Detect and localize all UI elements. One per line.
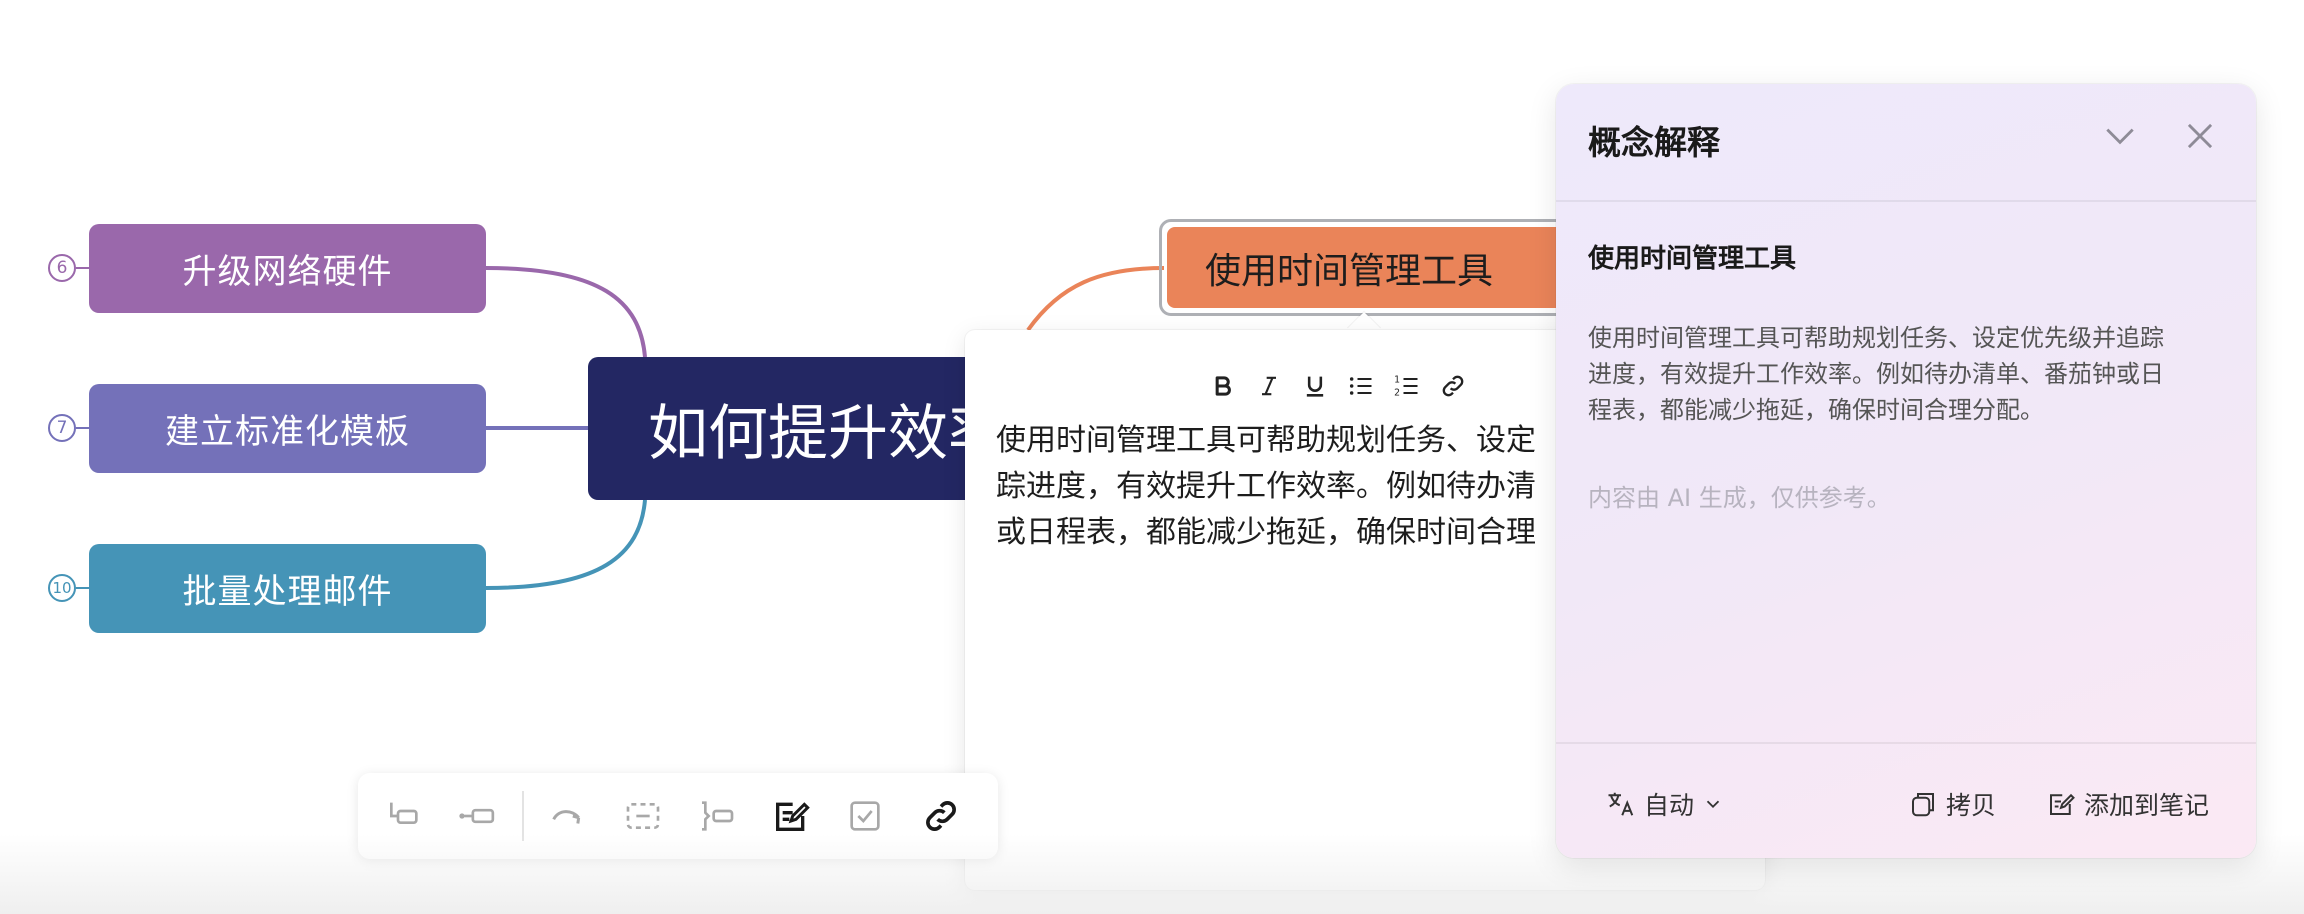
explanation-line: 进度，有效提升工作效率。例如待办清单、番茄钟或日 bbox=[1588, 360, 2164, 388]
badge-count: 10 bbox=[52, 579, 72, 597]
language-selector[interactable]: 自动 bbox=[1606, 784, 1724, 824]
task-button[interactable] bbox=[842, 793, 888, 839]
underline-icon bbox=[1306, 376, 1324, 397]
summary-icon bbox=[702, 801, 734, 831]
language-label: 自动 bbox=[1644, 791, 1695, 820]
svg-text:2: 2 bbox=[1394, 387, 1400, 398]
link-icon bbox=[1442, 375, 1464, 397]
chevron-down-icon bbox=[2106, 128, 2134, 145]
boundary-button[interactable] bbox=[620, 793, 666, 839]
topic-upgrade-network[interactable]: 升级网络硬件 bbox=[89, 224, 486, 313]
topic-label: 建立标准化模板 bbox=[165, 412, 410, 452]
subtopic-icon bbox=[390, 802, 418, 824]
relationship-icon bbox=[552, 810, 581, 824]
copy-button[interactable]: 拷贝 bbox=[1908, 784, 1996, 824]
copy-label: 拷贝 bbox=[1946, 791, 1997, 820]
sibling-topic-button[interactable] bbox=[454, 793, 500, 839]
connector-time-tool bbox=[1026, 266, 1165, 332]
translate-icon bbox=[1608, 792, 1634, 816]
close-button[interactable] bbox=[2178, 114, 2222, 158]
panel-title: 概念解释 bbox=[1588, 123, 1720, 162]
selected-topic[interactable]: 使用时间管理工具 bbox=[1159, 219, 1575, 316]
underline-button[interactable] bbox=[1292, 366, 1338, 406]
collapse-button[interactable] bbox=[2098, 114, 2142, 158]
subtopic-button[interactable] bbox=[380, 793, 426, 839]
sibling-topic-icon bbox=[459, 808, 495, 824]
topic-count-badge[interactable]: 10 bbox=[48, 574, 76, 602]
italic-icon bbox=[1262, 376, 1276, 396]
topic-standard-template[interactable]: 建立标准化模板 bbox=[89, 384, 486, 473]
selected-topic-label: 使用时间管理工具 bbox=[1205, 250, 1494, 292]
numbered-list-icon: 12 bbox=[1394, 375, 1418, 398]
add-to-note-button[interactable]: 添加到笔记 bbox=[2046, 784, 2209, 824]
concept-explanation-text: 使用时间管理工具可帮助规划任务、设定优先级并追踪 进度，有效提升工作效率。例如待办… bbox=[1588, 320, 2228, 428]
summary-button[interactable] bbox=[694, 793, 740, 839]
central-topic[interactable]: 如何提升效率 bbox=[588, 357, 1008, 500]
bold-icon bbox=[1215, 376, 1231, 396]
topic-label: 升级网络硬件 bbox=[182, 252, 393, 292]
badge-count: 6 bbox=[56, 258, 68, 278]
link-icon bbox=[926, 801, 956, 831]
ai-disclaimer: 内容由 AI 生成，仅供参考。 bbox=[1588, 484, 1891, 512]
topic-label: 批量处理邮件 bbox=[182, 572, 393, 612]
note-icon bbox=[776, 802, 810, 831]
note-icon bbox=[2050, 793, 2075, 815]
explanation-line: 使用时间管理工具可帮助规划任务、设定优先级并追踪 bbox=[1588, 324, 2164, 352]
topic-count-badge[interactable]: 6 bbox=[48, 254, 76, 282]
topic-count-badge[interactable]: 7 bbox=[48, 414, 76, 442]
concept-term: 使用时间管理工具 bbox=[1588, 244, 1797, 274]
concept-explanation-panel: 概念解释 使用时间管理工具 使用时间管理工具可帮助规划任务、设定优先级并追踪 进度… bbox=[1556, 84, 2256, 858]
link-button[interactable] bbox=[1430, 366, 1476, 406]
bullet-list-icon bbox=[1349, 377, 1372, 395]
bullet-list-button[interactable] bbox=[1338, 366, 1384, 406]
selected-topic-fill[interactable]: 使用时间管理工具 bbox=[1167, 227, 1567, 308]
close-icon bbox=[2187, 123, 2213, 149]
footer-divider bbox=[1556, 742, 2256, 744]
copy-icon bbox=[1912, 793, 1934, 817]
checkbox-icon bbox=[850, 801, 880, 831]
italic-button[interactable] bbox=[1246, 366, 1292, 406]
topic-batch-email[interactable]: 批量处理邮件 bbox=[89, 544, 486, 633]
connector-upgrade-network bbox=[485, 266, 647, 358]
add-to-note-label: 添加到笔记 bbox=[2084, 791, 2210, 820]
bold-button[interactable] bbox=[1200, 366, 1246, 406]
hyperlink-button[interactable] bbox=[918, 793, 964, 839]
boundary-icon bbox=[626, 803, 660, 829]
format-toolbar: 12 bbox=[1200, 366, 1476, 406]
central-topic-label: 如何提升效率 bbox=[648, 399, 1008, 469]
connector-batch-email bbox=[485, 499, 647, 590]
relationship-button[interactable] bbox=[544, 793, 590, 839]
note-button[interactable] bbox=[768, 793, 814, 839]
chevron-down-icon bbox=[1706, 800, 1720, 809]
numbered-list-button[interactable]: 12 bbox=[1384, 366, 1430, 406]
svg-text:1: 1 bbox=[1394, 375, 1400, 386]
explanation-line: 程表，都能减少拖延，确保时间合理分配。 bbox=[1588, 396, 2044, 424]
badge-count: 7 bbox=[56, 418, 68, 438]
header-divider bbox=[1556, 200, 2256, 202]
